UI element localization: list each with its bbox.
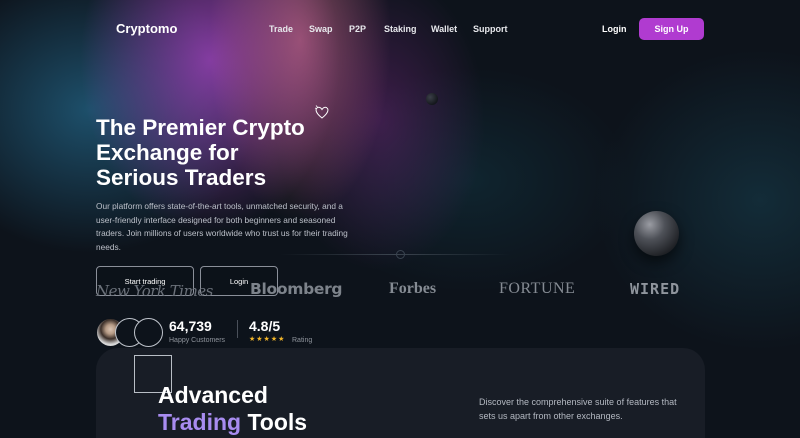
hero-title-line: Exchange for [96,140,239,165]
customers-label: Happy Customers [169,337,226,344]
heart-doodle-icon [314,105,329,119]
press-logo-bloomberg: Bloomberg [250,280,343,298]
header-login-link[interactable]: Login [602,24,627,34]
hero-description: Our platform offers state-of-the-art too… [96,201,348,252]
nav-item-trade[interactable]: Trade [269,24,293,34]
press-logo-new-york-times: New York Times [96,282,213,300]
features-title: Advanced Trading Tools [158,382,307,436]
logos-divider-dot [396,250,405,259]
hero-title-line: Serious Traders [96,165,267,190]
features-title-line: Advanced [158,382,268,408]
features-description: Discover the comprehensive suite of feat… [479,397,677,421]
avatar [134,318,163,347]
nav-item-p2p[interactable]: P2P [349,24,366,34]
features-title-rest: Tools [247,409,308,435]
press-logo-forbes: Forbes [389,280,437,297]
press-logo-wired: WIRED [630,280,681,298]
brand-logo[interactable]: Cryptomo [116,21,177,36]
small-orb-decoration [426,93,438,105]
customer-avatars [96,318,166,347]
hero-title: The Premier Crypto Exchange for Serious … [96,115,356,190]
customers-count: 64,739 [169,318,212,334]
signup-button[interactable]: Sign Up [639,18,704,40]
star-icon: ★★★★★ [249,336,286,343]
press-logo-fortune: FORTUNE [499,280,576,297]
nav-item-swap[interactable]: Swap [309,24,333,34]
features-title-accent: Trading [158,409,242,435]
rating-label: Rating [292,337,313,344]
logos-divider [280,254,510,255]
nav-item-support[interactable]: Support [473,24,508,34]
stats-divider [237,320,238,338]
nav-item-wallet[interactable]: Wallet [431,24,457,34]
rating-value: 4.8/5 [249,318,281,334]
nav-item-staking[interactable]: Staking [384,24,417,34]
sphere-orb-decoration [634,211,679,256]
